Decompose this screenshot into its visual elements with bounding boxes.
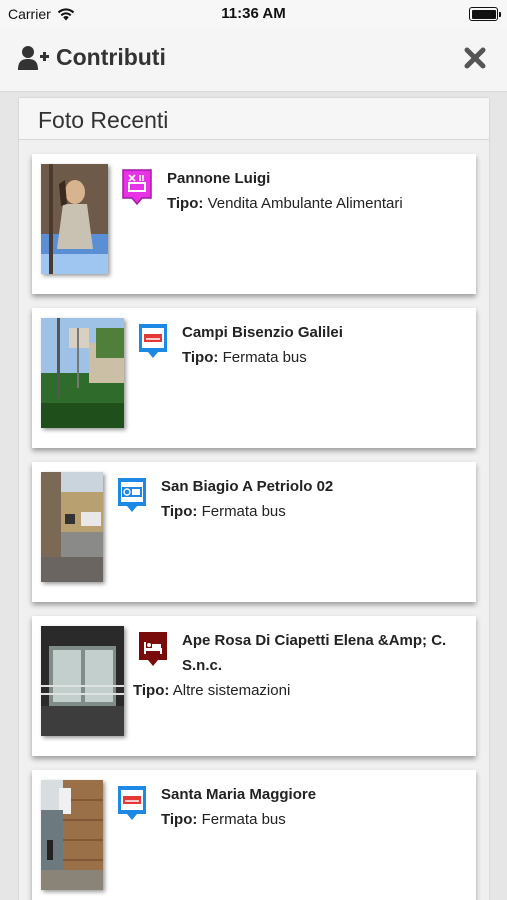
card-type-row: Tipo: Altre sistemazioni xyxy=(133,678,463,703)
user-plus-icon xyxy=(18,45,49,70)
app-header: Contributi xyxy=(0,28,507,92)
card-type-value: Vendita Ambulante Alimentari xyxy=(207,195,403,212)
card-info: Campi Bisenzio Galilei Tipo: Fermata bus xyxy=(182,320,467,370)
type-label: Tipo: xyxy=(161,503,198,520)
contribution-photo[interactable] xyxy=(41,164,108,274)
bus-stop-icon xyxy=(116,784,148,826)
panel-heading: Foto Recenti xyxy=(19,98,489,140)
card-info: San Biagio A Petriolo 02 Tipo: Fermata b… xyxy=(161,474,467,524)
cap-bus-icon xyxy=(116,476,148,518)
card-type-value: Fermata bus xyxy=(222,349,307,366)
contribution-card[interactable]: Campi Bisenzio Galilei Tipo: Fermata bus xyxy=(32,308,476,448)
close-button[interactable] xyxy=(463,46,487,70)
bus-stop-icon xyxy=(137,322,169,364)
contribution-photo[interactable] xyxy=(41,472,103,582)
contribution-photo[interactable] xyxy=(41,318,124,428)
card-name: Campi Bisenzio Galilei xyxy=(182,324,343,341)
card-name: Ape Rosa Di Ciapetti Elena &Amp; C. S.n.… xyxy=(182,632,447,674)
page-title: Contributi xyxy=(56,44,166,70)
recent-photos-panel: Foto Recenti Pannone Luigi Tipo: Vendita… xyxy=(19,98,489,900)
type-label: Tipo: xyxy=(182,349,219,366)
contribution-photo[interactable] xyxy=(41,780,103,890)
card-type-value: Altre sistemazioni xyxy=(172,682,291,699)
battery-icon xyxy=(469,7,501,21)
close-icon xyxy=(464,47,486,69)
card-name: San Biagio A Petriolo 02 xyxy=(161,478,334,495)
contribution-card[interactable]: San Biagio A Petriolo 02 Tipo: Fermata b… xyxy=(32,462,476,602)
card-type-row: Tipo: Vendita Ambulante Alimentari xyxy=(167,191,467,216)
card-type-row: Tipo: Fermata bus xyxy=(161,499,467,524)
contribution-card[interactable]: Pannone Luigi Tipo: Vendita Ambulante Al… xyxy=(32,154,476,294)
contribution-card[interactable]: Santa Maria Maggiore Tipo: Fermata bus xyxy=(32,770,476,900)
status-time: 11:36 AM xyxy=(221,5,286,22)
card-name: Pannone Luigi xyxy=(167,170,271,187)
type-label: Tipo: xyxy=(161,811,198,828)
card-type-row: Tipo: Fermata bus xyxy=(182,345,467,370)
card-type-row: Tipo: Fermata bus xyxy=(161,807,467,832)
card-info: Ape Rosa Di Ciapetti Elena &Amp; C. S.n.… xyxy=(133,628,463,703)
card-info: Santa Maria Maggiore Tipo: Fermata bus xyxy=(161,782,467,832)
status-bar: Carrier 11:36 AM xyxy=(0,0,507,28)
header-title-group: Contributi xyxy=(18,44,166,71)
food-truck-icon xyxy=(121,168,153,210)
card-name: Santa Maria Maggiore xyxy=(161,786,317,803)
contribution-card[interactable]: Ape Rosa Di Ciapetti Elena &Amp; C. S.n.… xyxy=(32,616,476,756)
type-label: Tipo: xyxy=(133,682,170,699)
card-type-value: Fermata bus xyxy=(201,503,286,520)
card-type-value: Fermata bus xyxy=(201,811,286,828)
contribution-photo[interactable] xyxy=(41,626,124,736)
type-label: Tipo: xyxy=(167,195,204,212)
card-info: Pannone Luigi Tipo: Vendita Ambulante Al… xyxy=(167,166,467,216)
